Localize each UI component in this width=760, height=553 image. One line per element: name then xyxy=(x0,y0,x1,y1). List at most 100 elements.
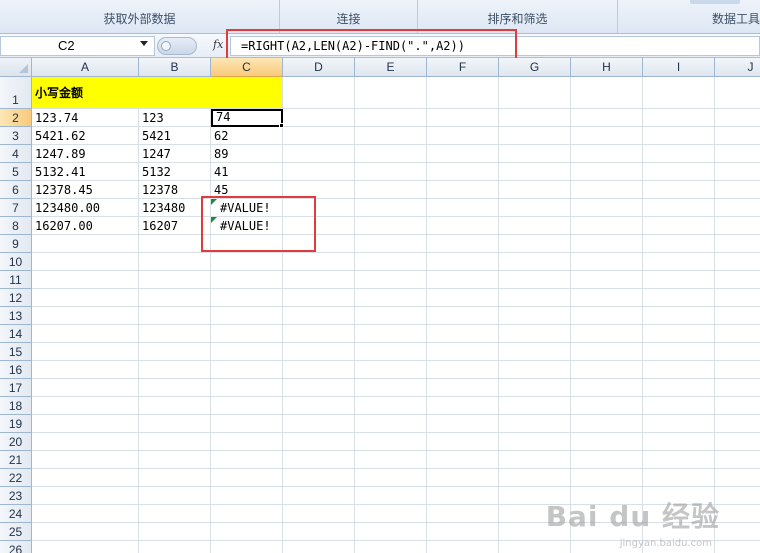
cell-i5[interactable] xyxy=(643,163,715,181)
cell-a5[interactable]: 5132.41 xyxy=(32,163,139,181)
row-header-11[interactable]: 11 xyxy=(0,271,32,289)
cell-j25[interactable] xyxy=(715,523,760,541)
cell-b21[interactable] xyxy=(139,451,211,469)
cell-e22[interactable] xyxy=(355,469,427,487)
cell-e5[interactable] xyxy=(355,163,427,181)
cell-j12[interactable] xyxy=(715,289,760,307)
cell-d18[interactable] xyxy=(283,397,355,415)
cell-j21[interactable] xyxy=(715,451,760,469)
cell-j14[interactable] xyxy=(715,325,760,343)
row-header-3[interactable]: 3 xyxy=(0,127,32,145)
cell-j2[interactable] xyxy=(715,109,760,127)
cell-i1[interactable] xyxy=(643,77,715,109)
cell-h3[interactable] xyxy=(571,127,643,145)
cell-b25[interactable] xyxy=(139,523,211,541)
error-indicator-icon[interactable] xyxy=(211,199,217,205)
cell-f13[interactable] xyxy=(427,307,499,325)
cell-e20[interactable] xyxy=(355,433,427,451)
cell-e4[interactable] xyxy=(355,145,427,163)
cell-h17[interactable] xyxy=(571,379,643,397)
ribbon-button-partial[interactable] xyxy=(690,0,740,4)
row-header-15[interactable]: 15 xyxy=(0,343,32,361)
row-header-6[interactable]: 6 xyxy=(0,181,32,199)
cell-g13[interactable] xyxy=(499,307,571,325)
cell-i4[interactable] xyxy=(643,145,715,163)
cell-f22[interactable] xyxy=(427,469,499,487)
cell-d6[interactable] xyxy=(283,181,355,199)
cell-c20[interactable] xyxy=(211,433,283,451)
cell-f25[interactable] xyxy=(427,523,499,541)
cell-g2[interactable] xyxy=(499,109,571,127)
cell-f21[interactable] xyxy=(427,451,499,469)
cell-g11[interactable] xyxy=(499,271,571,289)
cell-f17[interactable] xyxy=(427,379,499,397)
cell-g4[interactable] xyxy=(499,145,571,163)
cell-g9[interactable] xyxy=(499,235,571,253)
formula-bar-resize-grip[interactable] xyxy=(157,37,197,55)
cell-g6[interactable] xyxy=(499,181,571,199)
cell-f23[interactable] xyxy=(427,487,499,505)
insert-function-icon[interactable]: fx xyxy=(213,38,223,51)
cell-b8[interactable]: 16207 xyxy=(139,217,211,235)
cell-c23[interactable] xyxy=(211,487,283,505)
cell-c7[interactable]: #VALUE! xyxy=(211,199,283,217)
cell-e24[interactable] xyxy=(355,505,427,523)
cell-h18[interactable] xyxy=(571,397,643,415)
cell-e11[interactable] xyxy=(355,271,427,289)
cell-g18[interactable] xyxy=(499,397,571,415)
cell-h13[interactable] xyxy=(571,307,643,325)
column-header-j[interactable]: J xyxy=(715,58,760,77)
row-header-25[interactable]: 25 xyxy=(0,523,32,541)
cell-d8[interactable] xyxy=(283,217,355,235)
cell-j23[interactable] xyxy=(715,487,760,505)
cell-d5[interactable] xyxy=(283,163,355,181)
cell-c25[interactable] xyxy=(211,523,283,541)
row-header-19[interactable]: 19 xyxy=(0,415,32,433)
cell-j24[interactable] xyxy=(715,505,760,523)
column-header-h[interactable]: H xyxy=(571,58,643,77)
cell-d25[interactable] xyxy=(283,523,355,541)
cell-i7[interactable] xyxy=(643,199,715,217)
cell-j6[interactable] xyxy=(715,181,760,199)
cell-i15[interactable] xyxy=(643,343,715,361)
column-header-i[interactable]: I xyxy=(643,58,715,77)
cell-e2[interactable] xyxy=(355,109,427,127)
cell-e12[interactable] xyxy=(355,289,427,307)
row-header-16[interactable]: 16 xyxy=(0,361,32,379)
cell-j22[interactable] xyxy=(715,469,760,487)
cell-c5[interactable]: 41 xyxy=(211,163,283,181)
cell-c18[interactable] xyxy=(211,397,283,415)
cell-g7[interactable] xyxy=(499,199,571,217)
cell-e14[interactable] xyxy=(355,325,427,343)
column-header-a[interactable]: A xyxy=(32,58,139,77)
cell-b20[interactable] xyxy=(139,433,211,451)
cell-i2[interactable] xyxy=(643,109,715,127)
cell-g10[interactable] xyxy=(499,253,571,271)
cell-a20[interactable] xyxy=(32,433,139,451)
column-header-g[interactable]: G xyxy=(499,58,571,77)
cell-e15[interactable] xyxy=(355,343,427,361)
cell-e16[interactable] xyxy=(355,361,427,379)
ribbon-group-get-external-data[interactable]: 获取外部数据 xyxy=(0,0,280,33)
cell-d22[interactable] xyxy=(283,469,355,487)
row-header-1[interactable]: 1 xyxy=(0,77,32,109)
cell-h15[interactable] xyxy=(571,343,643,361)
row-header-2[interactable]: 2 xyxy=(0,109,32,127)
cell-d26[interactable] xyxy=(283,541,355,553)
fill-handle[interactable] xyxy=(279,123,284,128)
cell-f7[interactable] xyxy=(427,199,499,217)
row-header-13[interactable]: 13 xyxy=(0,307,32,325)
cell-f4[interactable] xyxy=(427,145,499,163)
row-header-7[interactable]: 7 xyxy=(0,199,32,217)
row-header-21[interactable]: 21 xyxy=(0,451,32,469)
cell-f26[interactable] xyxy=(427,541,499,553)
row-header-14[interactable]: 14 xyxy=(0,325,32,343)
cell-d7[interactable] xyxy=(283,199,355,217)
cell-d3[interactable] xyxy=(283,127,355,145)
cell-a7[interactable]: 123480.00 xyxy=(32,199,139,217)
cell-g19[interactable] xyxy=(499,415,571,433)
cell-g8[interactable] xyxy=(499,217,571,235)
cell-a13[interactable] xyxy=(32,307,139,325)
cell-j16[interactable] xyxy=(715,361,760,379)
cell-a6[interactable]: 12378.45 xyxy=(32,181,139,199)
